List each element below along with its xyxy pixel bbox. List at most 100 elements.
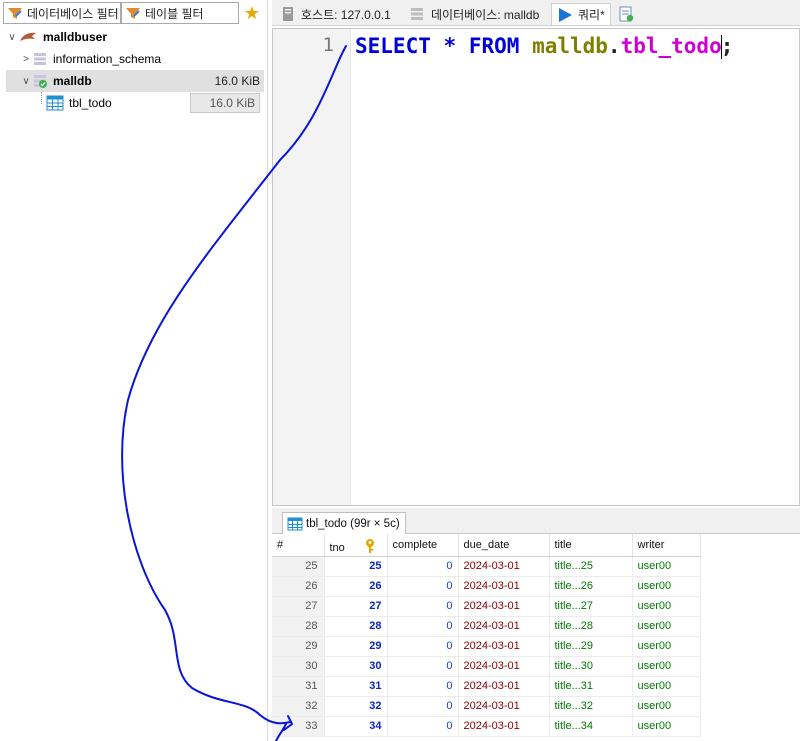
writer-cell[interactable]: user00 — [632, 676, 701, 697]
table-filter-input[interactable]: 테이블 필터 — [121, 2, 239, 24]
table-row[interactable]: 25 25 0 2024-03-01 title...25 user00 — [272, 556, 701, 577]
title-cell[interactable]: title...29 — [549, 636, 633, 657]
result-grid[interactable]: # tno complete due_date title writer 25 2… — [272, 534, 800, 741]
complete-cell[interactable]: 0 — [387, 696, 459, 717]
tno-cell[interactable]: 28 — [324, 616, 388, 637]
column-header-complete[interactable]: complete — [387, 534, 459, 557]
result-table: # tno complete due_date title writer 25 2… — [272, 534, 701, 737]
row-number-cell[interactable]: 29 — [272, 636, 325, 657]
database-filter-input[interactable]: 데이터베이스 필터 — [3, 2, 121, 24]
row-number-cell[interactable]: 33 — [272, 716, 325, 737]
writer-cell[interactable]: user00 — [632, 576, 701, 597]
tno-cell[interactable]: 32 — [324, 696, 388, 717]
keyword-from: FROM — [468, 34, 520, 58]
row-number-cell[interactable]: 30 — [272, 656, 325, 677]
due-date-cell[interactable]: 2024-03-01 — [458, 576, 550, 597]
tab-database[interactable]: 데이터베이스: malldb — [404, 3, 544, 25]
table-row[interactable]: 26 26 0 2024-03-01 title...26 user00 — [272, 576, 701, 597]
row-number-cell[interactable]: 25 — [272, 556, 325, 577]
title-cell[interactable]: title...34 — [549, 716, 633, 737]
tno-cell[interactable]: 34 — [324, 716, 388, 737]
title-cell[interactable]: title...31 — [549, 676, 633, 697]
title-cell[interactable]: title...32 — [549, 696, 633, 717]
complete-cell[interactable]: 0 — [387, 616, 459, 637]
tno-cell[interactable]: 30 — [324, 656, 388, 677]
table-row[interactable]: 29 29 0 2024-03-01 title...29 user00 — [272, 636, 701, 657]
complete-cell[interactable]: 0 — [387, 716, 459, 737]
editor-gutter: 1 — [273, 29, 351, 505]
tab-host[interactable]: 호스트: 127.0.0.1 — [276, 3, 396, 25]
new-query-tab-button[interactable] — [613, 3, 639, 25]
due-date-cell[interactable]: 2024-03-01 — [458, 656, 550, 677]
writer-cell[interactable]: user00 — [632, 596, 701, 617]
table-row[interactable]: 33 34 0 2024-03-01 title...34 user00 — [272, 716, 701, 737]
tno-cell[interactable]: 25 — [324, 556, 388, 577]
column-header-tno[interactable]: tno — [324, 534, 388, 557]
database-size: 16.0 KiB — [214, 74, 260, 88]
tree-db-malldb[interactable]: ∨ malldb 16.0 KiB — [6, 70, 264, 92]
writer-cell[interactable]: user00 — [632, 656, 701, 677]
complete-cell[interactable]: 0 — [387, 656, 459, 677]
due-date-cell[interactable]: 2024-03-01 — [458, 636, 550, 657]
filter-icon — [8, 8, 22, 19]
complete-cell[interactable]: 0 — [387, 636, 459, 657]
favorite-star-icon[interactable]: ★ — [242, 4, 262, 24]
tno-cell[interactable]: 27 — [324, 596, 388, 617]
tree-db-information-schema[interactable]: > information_schema — [6, 48, 264, 70]
chevron-down-icon[interactable]: ∨ — [20, 76, 32, 87]
table-row[interactable]: 32 32 0 2024-03-01 title...32 user00 — [272, 696, 701, 717]
complete-cell[interactable]: 0 — [387, 596, 459, 617]
title-cell[interactable]: title...27 — [549, 596, 633, 617]
tno-cell[interactable]: 29 — [324, 636, 388, 657]
chevron-right-icon[interactable]: > — [20, 54, 32, 65]
tno-cell[interactable]: 31 — [324, 676, 388, 697]
chevron-down-icon[interactable]: ∨ — [6, 32, 18, 43]
column-header-rownum[interactable]: # — [272, 534, 325, 557]
column-header-due-date[interactable]: due_date — [458, 534, 550, 557]
title-cell[interactable]: title...30 — [549, 656, 633, 677]
title-cell[interactable]: title...26 — [549, 576, 633, 597]
column-header-title[interactable]: title — [549, 534, 633, 557]
header-row: # tno complete due_date title writer — [272, 534, 701, 557]
column-header-writer[interactable]: writer — [632, 534, 701, 557]
table-row[interactable]: 30 30 0 2024-03-01 title...30 user00 — [272, 656, 701, 677]
app-window: 데이터베이스 필터 테이블 필터 ★ ∨ malldbuser > inform… — [0, 0, 800, 741]
due-date-cell[interactable]: 2024-03-01 — [458, 716, 550, 737]
row-number-cell[interactable]: 26 — [272, 576, 325, 597]
due-date-cell[interactable]: 2024-03-01 — [458, 556, 550, 577]
row-number-cell[interactable]: 28 — [272, 616, 325, 637]
table-row[interactable]: 31 31 0 2024-03-01 title...31 user00 — [272, 676, 701, 697]
due-date-cell[interactable]: 2024-03-01 — [458, 596, 550, 617]
complete-cell[interactable]: 0 — [387, 576, 459, 597]
writer-cell[interactable]: user00 — [632, 556, 701, 577]
table-icon — [287, 517, 303, 531]
tno-cell[interactable]: 26 — [324, 576, 388, 597]
result-tab[interactable]: tbl_todo (99r × 5c) — [282, 512, 406, 535]
main-tab-bar: 호스트: 127.0.0.1 데이터베이스: malldb 쿼리* — [272, 0, 800, 26]
tree-session-malldbuser[interactable]: ∨ malldbuser — [6, 26, 264, 48]
writer-cell[interactable]: user00 — [632, 616, 701, 637]
title-cell[interactable]: title...28 — [549, 616, 633, 637]
tab-query[interactable]: 쿼리* — [551, 3, 611, 25]
sql-code-line[interactable]: SELECT * FROM malldb.tbl_todo; — [355, 34, 733, 59]
row-number-cell[interactable]: 31 — [272, 676, 325, 697]
title-cell[interactable]: title...25 — [549, 556, 633, 577]
table-row[interactable]: 27 27 0 2024-03-01 title...27 user00 — [272, 596, 701, 617]
due-date-cell[interactable]: 2024-03-01 — [458, 676, 550, 697]
column-header-label: tno — [329, 542, 345, 555]
writer-cell[interactable]: user00 — [632, 636, 701, 657]
tab-host-label: 호스트: 127.0.0.1 — [301, 7, 391, 22]
sql-editor[interactable]: 1 SELECT * FROM malldb.tbl_todo; — [272, 28, 800, 506]
row-number-cell[interactable]: 32 — [272, 696, 325, 717]
writer-cell[interactable]: user00 — [632, 716, 701, 737]
row-number-cell[interactable]: 27 — [272, 596, 325, 617]
table-row[interactable]: 28 28 0 2024-03-01 title...28 user00 — [272, 616, 701, 637]
complete-cell[interactable]: 0 — [387, 556, 459, 577]
tree-table-tbl-todo[interactable]: tbl_todo 16.0 KiB — [6, 92, 264, 114]
writer-cell[interactable]: user00 — [632, 696, 701, 717]
due-date-cell[interactable]: 2024-03-01 — [458, 616, 550, 637]
line-number: 1 — [322, 34, 334, 56]
complete-cell[interactable]: 0 — [387, 676, 459, 697]
due-date-cell[interactable]: 2024-03-01 — [458, 696, 550, 717]
result-rows: 25 25 0 2024-03-01 title...25 user00 26 26 0 2024… — [272, 556, 701, 737]
